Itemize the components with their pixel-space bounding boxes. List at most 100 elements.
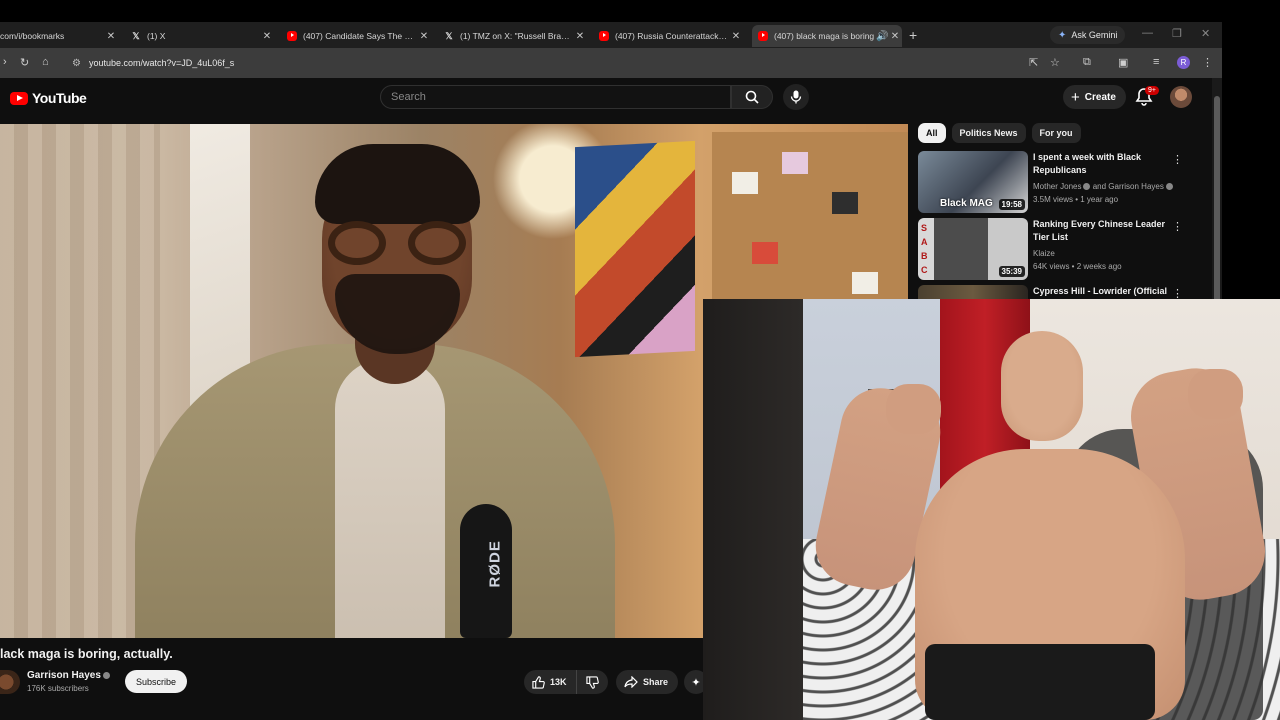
close-icon[interactable]: ✕ — [888, 31, 902, 42]
tab-black-maga-video[interactable]: (407) black maga is boring 🔊 ✕ — [752, 25, 902, 47]
hair — [315, 144, 480, 224]
more-options-icon[interactable]: ⋮ — [1172, 220, 1183, 233]
duration-badge: 35:39 — [998, 266, 1025, 277]
dislike-button[interactable] — [577, 670, 608, 694]
filter-chips: All Politics News For you — [918, 123, 1081, 143]
voice-search-button[interactable] — [783, 84, 809, 110]
top-black-strip — [0, 0, 1280, 22]
tab-label: (407) Russia Counterattacks Ukr — [615, 31, 729, 41]
user-avatar[interactable] — [1170, 86, 1192, 108]
chip-for-you[interactable]: For you — [1031, 123, 1081, 143]
x-logo-icon: 𝕏 — [445, 30, 453, 41]
scrollbar-thumb[interactable] — [1214, 96, 1220, 326]
note — [782, 152, 808, 174]
thumbs-up-icon — [532, 675, 545, 689]
reload-icon[interactable]: ↻ — [20, 56, 29, 69]
search-box — [380, 85, 731, 109]
thumbnail-text: Black MAG — [940, 198, 993, 209]
youtube-favicon-icon — [599, 31, 609, 41]
note — [752, 242, 778, 264]
youtube-favicon-icon — [287, 31, 297, 41]
ask-gemini-button[interactable]: ✦ Ask Gemini — [1050, 26, 1126, 44]
share-label: Share — [643, 677, 669, 687]
share-button[interactable]: Share — [616, 670, 679, 694]
webcam-overlay — [703, 299, 1280, 720]
note — [732, 172, 758, 194]
tab-label: (1) TMZ on X: "Russell Brand sa — [460, 31, 573, 41]
close-icon[interactable]: ✕ — [573, 31, 587, 42]
bookmark-star-icon[interactable]: ☆ — [1050, 56, 1060, 69]
more-options-icon[interactable]: ⋮ — [1172, 153, 1183, 166]
video-title: lack maga is boring, actually. — [0, 647, 173, 661]
youtube-wordmark: YouTube — [32, 90, 87, 106]
window-close-icon[interactable]: ✕ — [1201, 27, 1210, 40]
video-thumbnail[interactable] — [918, 285, 1028, 299]
extensions-icon[interactable]: ⧉ — [1083, 56, 1091, 69]
channel-line: Mother Jones and Garrison Hayes — [1033, 180, 1173, 193]
profile-avatar[interactable]: R — [1177, 56, 1190, 69]
dark-cabinet — [703, 299, 803, 720]
lens — [408, 221, 466, 265]
note — [832, 192, 858, 214]
note — [852, 272, 878, 294]
youtube-favicon-icon — [758, 31, 768, 41]
recommendation-title[interactable]: I spent a week with Black Republicans — [1033, 151, 1168, 176]
chip-politics-news[interactable]: Politics News — [951, 123, 1026, 143]
tab-bookmarks[interactable]: com/i/bookmarks ✕ — [0, 25, 118, 47]
browser-toolbar: › ↻ ⌂ ⚙ youtube.com/watch?v=JD_4uL06f_s … — [0, 48, 1222, 78]
minimize-icon[interactable]: — — [1142, 27, 1153, 39]
chip-all[interactable]: All — [918, 123, 946, 143]
tab-russia-video[interactable]: (407) Russia Counterattacks Ukr ✕ — [599, 25, 743, 47]
search-input[interactable] — [381, 86, 730, 108]
tab-label: (1) X — [147, 31, 166, 41]
tab-label: com/i/bookmarks — [0, 31, 65, 41]
close-icon[interactable]: ✕ — [417, 31, 431, 42]
subscribe-button[interactable]: Subscribe — [125, 670, 188, 693]
forward-arrow-icon[interactable]: › — [3, 56, 7, 68]
view-stats: 3.5M views • 1 year ago — [1033, 195, 1119, 204]
plus-icon: + — [1071, 88, 1080, 106]
recommendation-item[interactable]: Black MAG 19:58 I spent a week with Blac… — [918, 151, 1208, 213]
recommendation-title[interactable]: Cypress Hill - Lowrider (Official — [1033, 285, 1168, 298]
tab-tmz[interactable]: 𝕏 (1) TMZ on X: "Russell Brand sa ✕ — [444, 25, 587, 47]
close-icon[interactable]: ✕ — [729, 31, 743, 42]
recommendation-item[interactable]: S A B C 35:39 Ranking Every Chinese Lead… — [918, 218, 1208, 280]
install-app-icon[interactable]: ⇱ — [1029, 56, 1038, 69]
home-icon[interactable]: ⌂ — [42, 56, 49, 68]
close-icon[interactable]: ✕ — [104, 31, 118, 42]
youtube-logo[interactable]: YouTube — [10, 90, 87, 106]
restore-icon[interactable]: ❐ — [1172, 27, 1182, 40]
verified-icon — [1165, 183, 1173, 190]
browser-tab-bar: com/i/bookmarks ✕ 𝕏 (1) X ✕ (407) Candid… — [0, 22, 1222, 48]
create-button[interactable]: + Create — [1063, 85, 1126, 109]
side-panel-icon[interactable]: ▣ — [1118, 56, 1128, 69]
youtube-play-icon — [10, 91, 28, 105]
speaker-icon[interactable]: 🔊 — [876, 31, 888, 42]
address-bar[interactable]: ⚙ youtube.com/watch?v=JD_4uL06f_s — [64, 54, 1024, 72]
like-count: 13K — [550, 677, 567, 687]
like-button[interactable]: 13K — [524, 670, 577, 694]
close-icon[interactable]: ✕ — [260, 31, 274, 42]
channel-name[interactable]: Mother Jones — [1033, 182, 1081, 191]
channel-avatar[interactable] — [0, 670, 20, 694]
lens — [328, 221, 386, 265]
verified-icon — [1083, 183, 1091, 190]
channel-name[interactable]: Garrison Hayes — [27, 670, 110, 681]
channel-name[interactable]: Klaize — [1033, 247, 1055, 260]
search-icon — [745, 90, 759, 104]
like-dislike-group: 13K — [524, 670, 608, 694]
video-thumbnail[interactable]: S A B C 35:39 — [918, 218, 1028, 280]
chrome-menu-icon[interactable]: ⋮ — [1202, 56, 1213, 69]
search-button[interactable] — [731, 85, 773, 109]
new-tab-button[interactable]: + — [909, 27, 917, 43]
tab-candidate-video[interactable]: (407) Candidate Says The Word ✕ — [287, 25, 431, 47]
recommendation-title[interactable]: Ranking Every Chinese Leader Tier List — [1033, 218, 1168, 243]
video-thumbnail[interactable]: Black MAG 19:58 — [918, 151, 1028, 213]
site-settings-icon[interactable]: ⚙ — [72, 58, 81, 69]
more-options-icon[interactable]: ⋮ — [1172, 287, 1183, 299]
tab-x[interactable]: 𝕏 (1) X ✕ — [131, 25, 274, 47]
reading-list-icon[interactable]: ≡ — [1153, 56, 1159, 68]
share-arrow-icon — [624, 676, 638, 688]
sparkle-icon: ✦ — [691, 676, 701, 689]
recommendation-item[interactable]: Cypress Hill - Lowrider (Official ⋮ — [918, 285, 1208, 299]
